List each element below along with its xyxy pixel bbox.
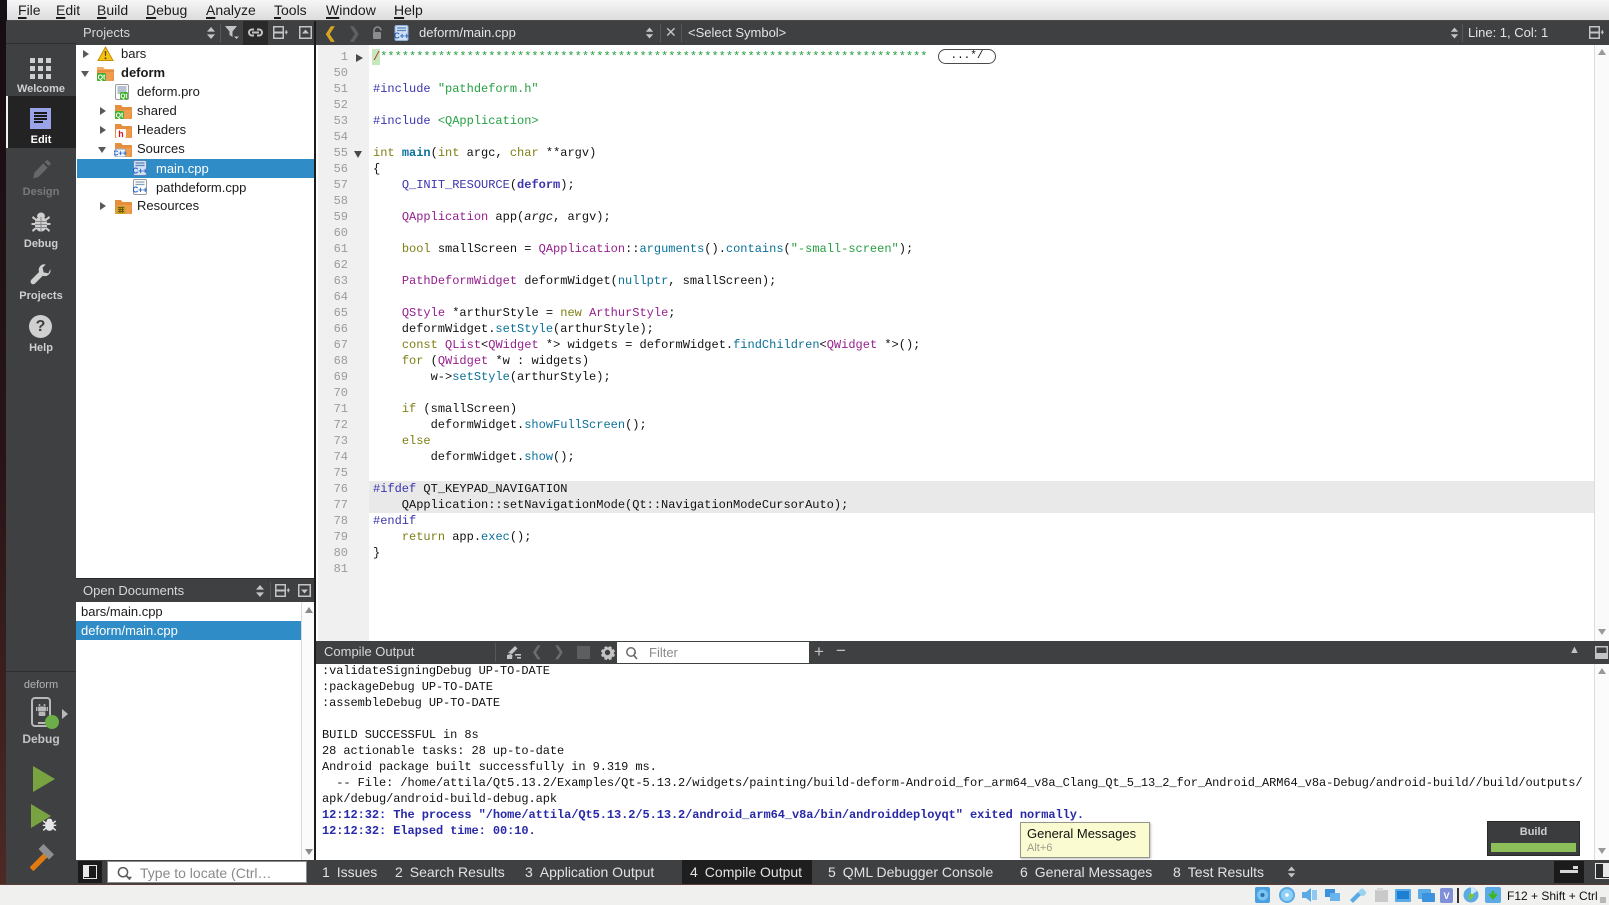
svg-text:C++: C++ <box>394 32 409 41</box>
svg-text:C++: C++ <box>133 167 147 176</box>
svg-text:h: h <box>118 130 123 138</box>
svg-text:Qt: Qt <box>98 75 106 82</box>
svg-text:Qt: Qt <box>116 113 124 120</box>
svg-text:C++: C++ <box>114 149 128 158</box>
svg-text:Qt: Qt <box>120 93 128 100</box>
svg-text:C++: C++ <box>133 186 147 195</box>
svg-text:V: V <box>1443 891 1449 901</box>
